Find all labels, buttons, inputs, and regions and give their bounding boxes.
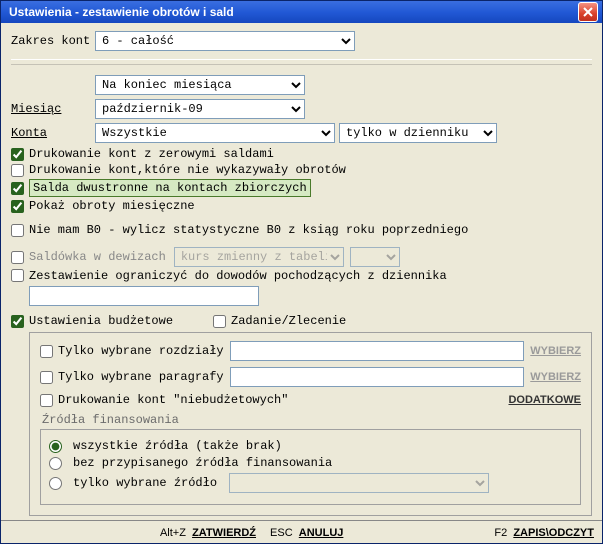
czas-select[interactable]: Na koniec miesiąca <box>95 75 305 95</box>
label-konta: Konta <box>11 126 95 140</box>
window-title: Ustawienia - zestawienie obrotów i sald <box>9 5 234 19</box>
radio-tylko-wybrane[interactable] <box>49 477 62 490</box>
dziennik-filter-select[interactable]: tylko w dzienniku <box>339 123 497 143</box>
chk-bez-obrotow-label: Drukowanie kont,które nie wykazywały obr… <box>29 163 346 177</box>
chk-obroty-miesieczne[interactable] <box>11 200 24 213</box>
zakres-kont-select[interactable]: 6 - całość <box>95 31 355 51</box>
radio-tylko-wybrane-label: tylko wybrane źródło <box>73 476 217 490</box>
close-button[interactable] <box>578 2 598 22</box>
rozdzialy-field[interactable] <box>230 341 525 361</box>
budget-box: Tylko wybrane rozdziały WYBIERZ Tylko wy… <box>29 332 592 516</box>
miesiac-select[interactable]: październik-09 <box>95 99 305 119</box>
radio-wszystkie-zrodla[interactable] <box>49 440 62 453</box>
zestawienie-dziennik-field[interactable] <box>29 286 259 306</box>
paragrafy-field[interactable] <box>230 367 525 387</box>
separator <box>11 59 592 65</box>
chk-saldowka-dewizy[interactable] <box>11 251 24 264</box>
chk-zadanie-zlecenie-label: Zadanie/Zlecenie <box>231 314 346 328</box>
chk-rozdzialy-label: Tylko wybrane rozdziały <box>58 344 224 358</box>
zrodla-fieldset: wszystkie źródła (także brak) bez przypi… <box>40 429 581 505</box>
chk-bez-obrotow[interactable] <box>11 164 24 177</box>
close-icon <box>583 7 593 17</box>
zrodlo-select <box>229 473 489 493</box>
bottom-bar: Alt+Z ZATWIERDŹ ESC ANULUJ F2 ZAPIS\ODCZ… <box>1 520 602 543</box>
chk-zestawienie-dziennik-label: Zestawienie ograniczyć do dowodów pochod… <box>29 269 447 283</box>
radio-bez-przypisanego-label: bez przypisanego źródła finansowania <box>73 456 332 470</box>
zrodla-label: Źródła finansowania <box>42 413 581 427</box>
chk-niebudzetowe-label: Drukowanie kont "niebudżetowych" <box>58 393 288 407</box>
chk-salda-dwustronne[interactable] <box>11 182 24 195</box>
chk-rozdzialy[interactable] <box>40 345 53 358</box>
chk-zadanie-zlecenie[interactable] <box>213 315 226 328</box>
hint-altz: Alt+Z <box>160 527 186 539</box>
zapisodczyt-button[interactable]: ZAPIS\ODCZYT <box>513 527 594 539</box>
radio-wszystkie-zrodla-label: wszystkie źródła (także brak) <box>73 439 282 453</box>
chk-ustawienia-budzetowe[interactable] <box>11 315 24 328</box>
chk-saldowka-dewizy-label: Saldówka w dewizach <box>29 250 166 264</box>
chk-nie-mam-b0[interactable] <box>11 224 24 237</box>
chk-zerowe-salda[interactable] <box>11 148 24 161</box>
chk-salda-dwustronne-label: Salda dwustronne na kontach zbiorczych <box>29 179 311 197</box>
chk-ustawienia-budzetowe-label: Ustawienia budżetowe <box>29 314 173 328</box>
hint-f2: F2 <box>494 527 507 539</box>
chk-zestawienie-dziennik[interactable] <box>11 269 24 282</box>
kurs-select: kurs zmienny z tabeli <box>174 247 344 267</box>
radio-bez-przypisanego[interactable] <box>49 457 62 470</box>
label-miesiac: Miesiąc <box>11 102 95 116</box>
label-zakres-kont: Zakres kont <box>11 34 95 48</box>
hint-esc: ESC <box>270 527 293 539</box>
chk-paragrafy[interactable] <box>40 371 53 384</box>
titlebar: Ustawienia - zestawienie obrotów i sald <box>1 1 602 23</box>
chk-niebudzetowe[interactable] <box>40 394 53 407</box>
chk-obroty-miesieczne-label: Pokaż obroty miesięczne <box>29 199 195 213</box>
zatwierdz-button[interactable]: ZATWIERDŹ <box>192 527 256 539</box>
chk-paragrafy-label: Tylko wybrane paragrafy <box>58 370 224 384</box>
konta-select[interactable]: Wszystkie <box>95 123 335 143</box>
wybierz-rozdzialy-button: WYBIERZ <box>530 345 581 357</box>
dodatkowe-button[interactable]: DODATKOWE <box>508 394 581 406</box>
anuluj-button[interactable]: ANULUJ <box>299 527 344 539</box>
wybierz-paragrafy-button: WYBIERZ <box>530 371 581 383</box>
kurs-select-2 <box>350 247 400 267</box>
chk-nie-mam-b0-label: Nie mam B0 - wylicz statystyczne B0 z ks… <box>29 223 468 237</box>
chk-zerowe-salda-label: Drukowanie kont z zerowymi saldami <box>29 147 274 161</box>
